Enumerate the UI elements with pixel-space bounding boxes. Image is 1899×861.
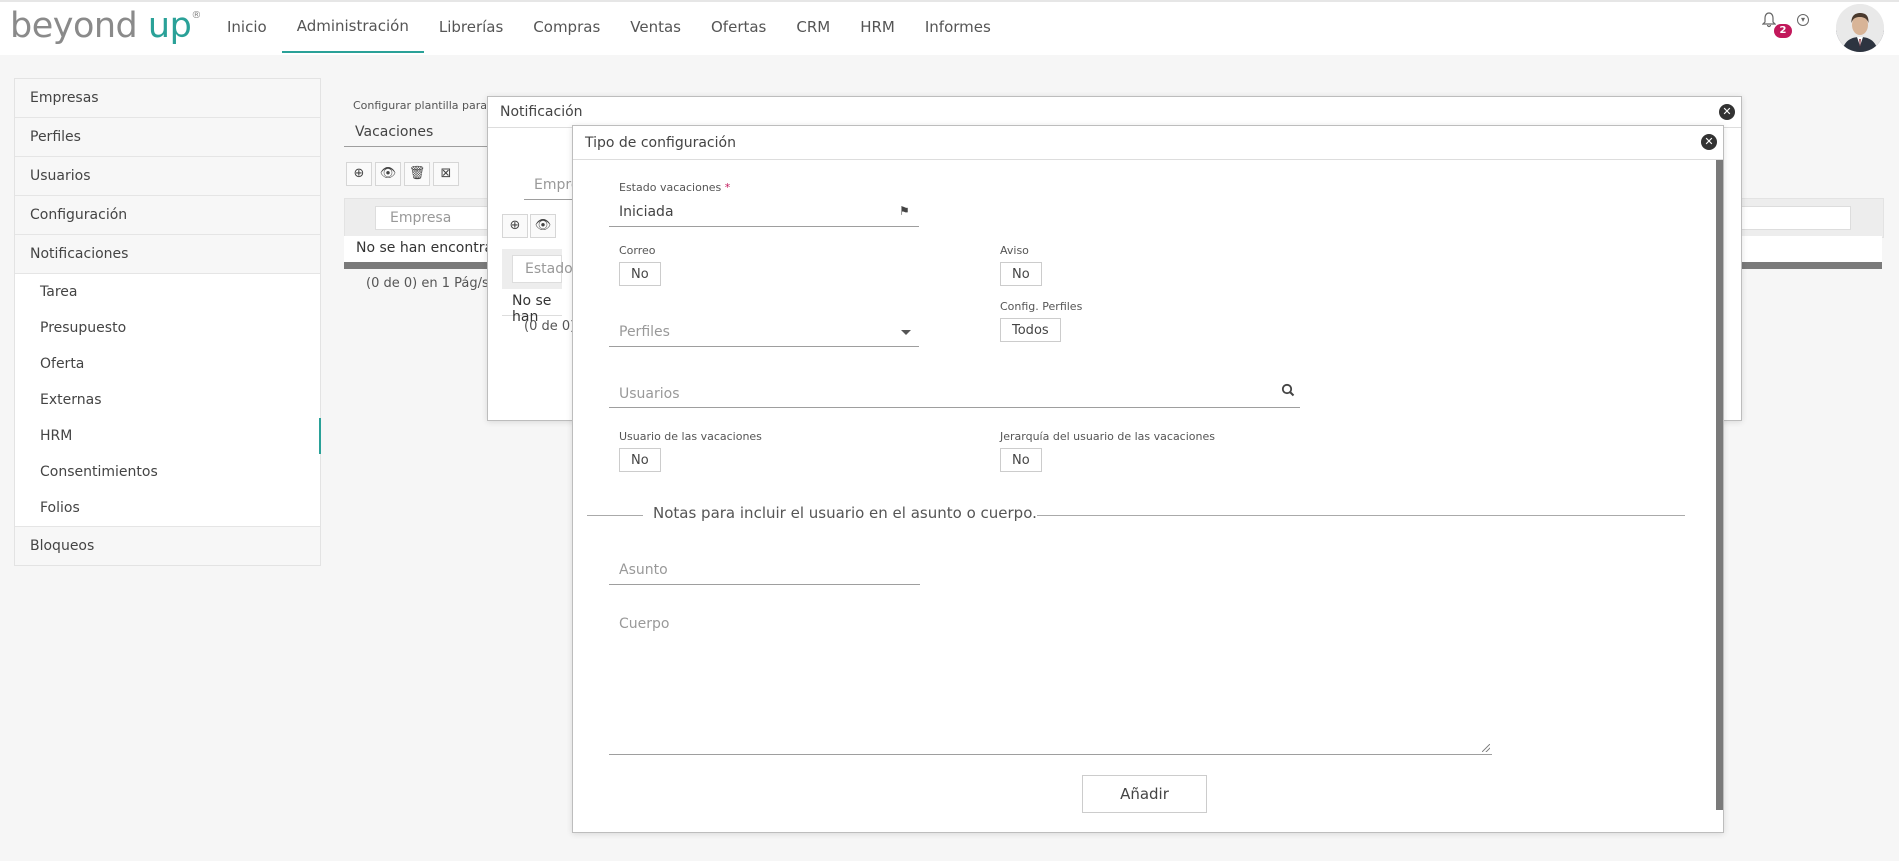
notification-empty-row: No se han bbox=[502, 289, 562, 325]
sidebar-subitem-tarea[interactable]: Tarea bbox=[15, 274, 320, 310]
view-eye-icon[interactable]: 👁 bbox=[375, 162, 401, 186]
nav-item-librerias[interactable]: Librerías bbox=[424, 0, 518, 53]
user-menu-chevron-icon[interactable]: ▾ bbox=[1797, 14, 1809, 26]
nav-item-ofertas[interactable]: Ofertas bbox=[696, 0, 781, 53]
template-select[interactable]: Vacaciones bbox=[344, 120, 494, 147]
sidebar-subitem-folios[interactable]: Folios bbox=[15, 490, 320, 526]
nav-item-informes[interactable]: Informes bbox=[910, 0, 1006, 53]
usuarios-placeholder: Usuarios bbox=[619, 386, 680, 402]
sidebar-item-notificaciones[interactable]: Notificaciones bbox=[15, 235, 320, 274]
estado-vacaciones-value: Iniciada bbox=[619, 204, 674, 220]
notes-legend: Notas para incluir el usuario en el asun… bbox=[653, 504, 1037, 522]
main-nav: Inicio Administración Librerías Compras Vent… bbox=[212, 0, 1006, 53]
dialog-scrollbar[interactable] bbox=[1716, 160, 1723, 810]
sidebar-item-perfiles[interactable]: Perfiles bbox=[15, 118, 320, 157]
notes-divider-left bbox=[587, 515, 643, 516]
jerarquia-label: Jerarquía del usuario de las vacaciones bbox=[1000, 430, 1215, 443]
nav-item-compras[interactable]: Compras bbox=[518, 0, 615, 53]
flag-icon: ⚑ bbox=[899, 204, 910, 218]
nav-item-administracion[interactable]: Administración bbox=[281, 0, 424, 53]
sidebar-item-usuarios[interactable]: Usuarios bbox=[15, 157, 320, 196]
logo-registered-mark: ® bbox=[191, 10, 201, 21]
brand-logo[interactable]: beyond up® bbox=[10, 6, 201, 46]
estado-vacaciones-label: Estado vacaciones * bbox=[619, 181, 731, 194]
notification-dialog-title: Notificación bbox=[488, 97, 1741, 128]
export-excel-icon[interactable]: ⊠ bbox=[433, 162, 459, 186]
logo-accent-text: up bbox=[147, 6, 192, 46]
nav-item-inicio[interactable]: Inicio bbox=[212, 0, 282, 53]
nav-item-ventas[interactable]: Ventas bbox=[615, 0, 696, 53]
cuerpo-placeholder: Cuerpo bbox=[619, 616, 670, 632]
notification-view-eye-icon[interactable]: 👁 bbox=[530, 214, 556, 238]
delete-trash-icon[interactable]: 🗑 bbox=[404, 162, 430, 186]
sidebar-subitem-presupuesto[interactable]: Presupuesto bbox=[15, 310, 320, 346]
config-type-dialog-title: Tipo de configuración bbox=[573, 126, 1723, 160]
notes-divider-right bbox=[1037, 515, 1685, 516]
empresa-filter-placeholder: Empresa bbox=[390, 210, 452, 226]
template-select-value: Vacaciones bbox=[355, 124, 434, 140]
config-perfiles-label: Config. Perfiles bbox=[1000, 300, 1083, 313]
perfiles-placeholder: Perfiles bbox=[619, 324, 670, 340]
config-perfiles-toggle[interactable]: Todos bbox=[1000, 318, 1061, 342]
asunto-placeholder: Asunto bbox=[619, 562, 668, 578]
template-config-label: Configurar plantilla para * bbox=[353, 99, 496, 112]
estado-filter-input[interactable]: Estado bbox=[512, 255, 573, 283]
jerarquia-toggle[interactable]: No bbox=[1000, 448, 1042, 472]
sidebar-item-configuracion[interactable]: Configuración bbox=[15, 196, 320, 235]
chevron-down-icon bbox=[901, 330, 911, 335]
notification-table-header: Estado bbox=[502, 249, 573, 289]
config-type-dialog: Tipo de configuración ✕ Estado vacacione… bbox=[572, 125, 1724, 833]
usuario-vacaciones-label: Usuario de las vacaciones bbox=[619, 430, 762, 443]
table-filter-input[interactable] bbox=[1741, 206, 1851, 230]
template-pager: (0 de 0) en 1 Pág/s. bbox=[366, 276, 493, 291]
asunto-input[interactable]: Asunto bbox=[609, 556, 920, 585]
cuerpo-textarea[interactable]: Cuerpo bbox=[609, 616, 1492, 755]
search-icon[interactable] bbox=[1281, 383, 1295, 401]
notification-close-icon[interactable]: ✕ bbox=[1719, 104, 1735, 120]
aviso-toggle[interactable]: No bbox=[1000, 262, 1042, 286]
correo-toggle[interactable]: No bbox=[619, 262, 661, 286]
sidebar-item-bloqueos[interactable]: Bloqueos bbox=[15, 526, 320, 565]
notification-pager: (0 de 0) bbox=[524, 319, 576, 334]
notification-count-badge: 2 bbox=[1774, 24, 1792, 38]
resize-handle-icon[interactable] bbox=[1482, 744, 1490, 752]
notification-add-circle-icon[interactable]: ⊕ bbox=[502, 214, 528, 238]
admin-sidebar: Empresas Perfiles Usuarios Configuración Not… bbox=[14, 78, 321, 566]
avatar[interactable] bbox=[1836, 4, 1884, 52]
config-type-close-icon[interactable]: ✕ bbox=[1701, 134, 1717, 150]
perfiles-select[interactable]: Perfiles bbox=[609, 318, 919, 347]
nav-item-hrm[interactable]: HRM bbox=[845, 0, 910, 53]
add-button[interactable]: Añadir bbox=[1082, 775, 1207, 813]
nav-item-crm[interactable]: CRM bbox=[781, 0, 845, 53]
logo-main-text: beyond bbox=[10, 6, 138, 46]
sidebar-subitem-consentimientos[interactable]: Consentimientos bbox=[15, 454, 320, 490]
add-circle-icon[interactable]: ⊕ bbox=[346, 162, 372, 186]
estado-vacaciones-select[interactable]: Iniciada ⚑ bbox=[609, 198, 919, 227]
sidebar-subitem-hrm[interactable]: HRM bbox=[15, 418, 321, 454]
sidebar-item-empresas[interactable]: Empresas bbox=[15, 79, 320, 118]
sidebar-subitem-externas[interactable]: Externas bbox=[15, 382, 320, 418]
usuarios-search-input[interactable]: Usuarios bbox=[609, 379, 1300, 408]
correo-label: Correo bbox=[619, 244, 656, 257]
sidebar-subitem-oferta[interactable]: Oferta bbox=[15, 346, 320, 382]
usuario-vacaciones-toggle[interactable]: No bbox=[619, 448, 661, 472]
aviso-label: Aviso bbox=[1000, 244, 1029, 257]
estado-filter-placeholder: Estado bbox=[525, 261, 573, 277]
